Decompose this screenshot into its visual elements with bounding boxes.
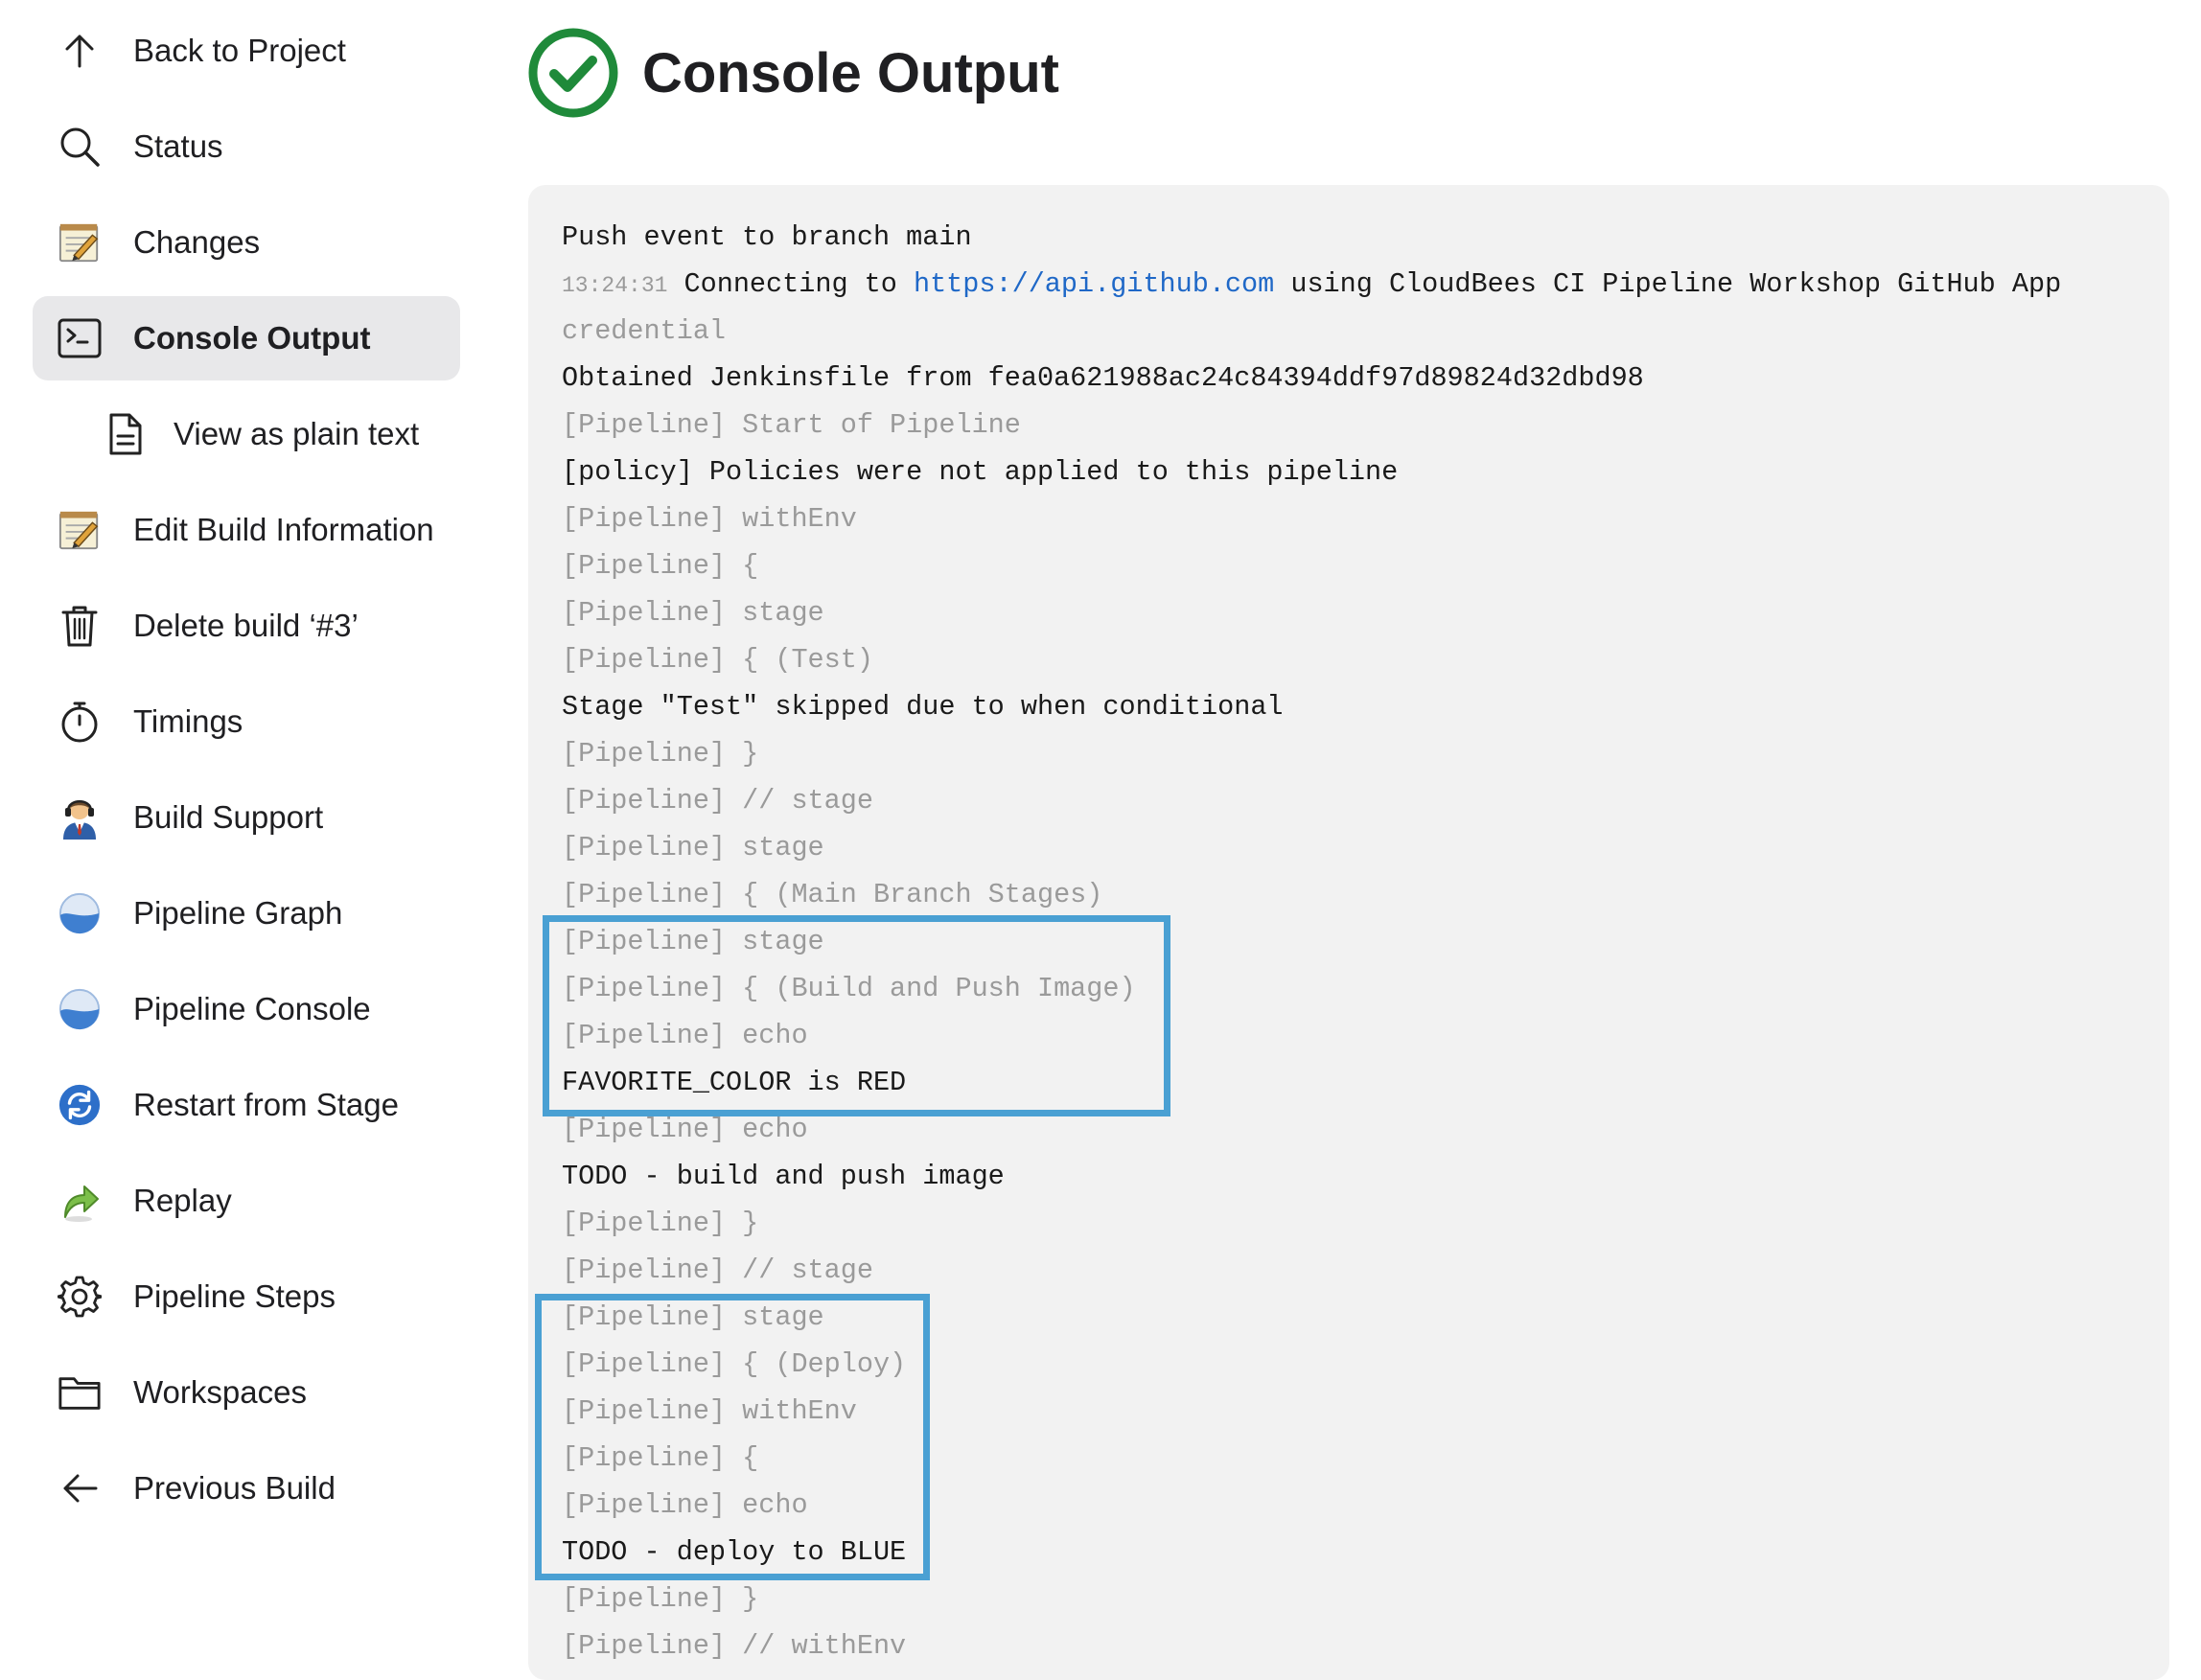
pipeline-graph-icon (58, 891, 102, 935)
console-line: [Pipeline] echo (562, 1489, 808, 1521)
sidebar-item-label: Changes (133, 224, 261, 260)
page-header: Console Output (527, 25, 1059, 121)
magnifier-icon (58, 125, 102, 169)
sidebar-item-label: Pipeline Graph (133, 895, 343, 931)
sidebar-item-delete-build[interactable]: Delete build ‘#3’ (33, 584, 460, 668)
console-line: [Pipeline] // withEnv (562, 1630, 907, 1662)
sidebar-item-label: Pipeline Console (133, 991, 371, 1026)
console-line: TODO - deploy to BLUE (562, 1536, 907, 1568)
console-line: FAVORITE_COLOR is RED (562, 1067, 907, 1098)
console-line: [Pipeline] Start of Pipeline (562, 409, 1021, 441)
sidebar-item-label: Status (133, 128, 223, 164)
console-line: [policy] Policies were not applied to th… (562, 456, 1399, 488)
arrow-up-icon (58, 29, 102, 73)
sidebar-item-status[interactable]: Status (33, 104, 460, 189)
sidebar-item-label: Delete build ‘#3’ (133, 608, 359, 643)
sidebar-item-label: Replay (133, 1183, 232, 1218)
sidebar-item-back-to-project[interactable]: Back to Project (33, 9, 460, 93)
sidebar-item-pipeline-steps[interactable]: Pipeline Steps (33, 1254, 460, 1339)
terminal-icon (58, 316, 102, 360)
sidebar-item-label: Timings (133, 703, 243, 739)
console-line: [Pipeline] { (562, 550, 759, 582)
sidebar-item-label: Pipeline Steps (133, 1278, 336, 1314)
success-check-icon (527, 27, 619, 119)
sidebar-item-label: Console Output (133, 320, 371, 356)
github-api-link[interactable]: https://api.github.com (914, 268, 1274, 300)
console-line: [Pipeline] } (562, 738, 759, 770)
notepad-icon (58, 220, 102, 265)
notepad-icon (58, 508, 102, 552)
console-line: [Pipeline] } (562, 1583, 759, 1615)
sidebar-item-timings[interactable]: Timings (33, 679, 460, 764)
console-line: [Pipeline] { (Deploy) (562, 1348, 907, 1380)
timestamp: 13:24:31 (562, 273, 668, 298)
sidebar: Back to Project Status Changes Console O… (0, 0, 479, 1664)
console-line: 13:24:31 Connecting to https://api.githu… (562, 261, 2141, 308)
console-line: [Pipeline] // stage (562, 1254, 873, 1286)
console-line: [Pipeline] { (562, 1442, 759, 1474)
sidebar-item-pipeline-console[interactable]: Pipeline Console (33, 967, 460, 1051)
arrow-left-icon (58, 1466, 102, 1510)
sidebar-item-label: Edit Build Information (133, 512, 434, 547)
console-line: [Pipeline] withEnv (562, 1395, 857, 1427)
sidebar-item-label: Previous Build (133, 1470, 336, 1506)
sidebar-item-workspaces[interactable]: Workspaces (33, 1350, 460, 1435)
console-line: Push event to branch main (562, 221, 972, 253)
page-title: Console Output (642, 41, 1059, 104)
sidebar-item-edit-build-information[interactable]: Edit Build Information (33, 488, 460, 572)
console-line: [Pipeline] echo (562, 1114, 808, 1145)
restart-icon (58, 1083, 102, 1127)
trash-icon (58, 604, 102, 648)
console-line: [Pipeline] stage (562, 926, 824, 957)
console-line: [Pipeline] } (562, 1208, 759, 1239)
support-agent-icon (58, 795, 102, 840)
console-line: [Pipeline] { (Build and Push Image) (562, 973, 1136, 1004)
gear-icon (58, 1275, 102, 1319)
console-line: [Pipeline] // stage (562, 785, 873, 817)
document-icon (104, 412, 148, 456)
console-line: credential (562, 315, 727, 347)
console-text: Connecting to (667, 268, 914, 300)
sidebar-item-replay[interactable]: Replay (33, 1159, 460, 1243)
console-line: [Pipeline] stage (562, 597, 824, 629)
sidebar-item-build-support[interactable]: Build Support (33, 775, 460, 860)
sidebar-item-changes[interactable]: Changes (33, 200, 460, 285)
console-line: [Pipeline] echo (562, 1020, 808, 1051)
sidebar-item-label: Workspaces (133, 1374, 307, 1410)
console-text: using CloudBees CI Pipeline Workshop Git… (1274, 268, 2062, 300)
sidebar-item-label: Build Support (133, 799, 324, 835)
sidebar-item-label: Back to Project (133, 33, 346, 68)
console-line: Stage "Test" skipped due to when conditi… (562, 691, 1284, 723)
stopwatch-icon (58, 700, 102, 744)
sidebar-item-restart-from-stage[interactable]: Restart from Stage (33, 1063, 460, 1147)
sidebar-item-label: Restart from Stage (133, 1087, 399, 1122)
console-lines: Push event to branch main 13:24:31 Conne… (562, 214, 2141, 1669)
replay-arrow-icon (58, 1179, 102, 1223)
console-line: Obtained Jenkinsfile from fea0a621988ac2… (562, 362, 1644, 394)
folder-icon (58, 1370, 102, 1415)
sidebar-item-console-output[interactable]: Console Output (33, 296, 460, 380)
sidebar-item-previous-build[interactable]: Previous Build (33, 1446, 460, 1530)
console-line: [Pipeline] { (Main Branch Stages) (562, 879, 1103, 910)
sidebar-item-pipeline-graph[interactable]: Pipeline Graph (33, 871, 460, 955)
console-line: [Pipeline] withEnv (562, 503, 857, 535)
pipeline-console-icon (58, 987, 102, 1031)
sidebar-item-label: View as plain text (174, 416, 420, 451)
console-line: [Pipeline] stage (562, 832, 824, 863)
console-output-panel: Push event to branch main 13:24:31 Conne… (528, 185, 2169, 1680)
sidebar-item-view-as-plain-text[interactable]: View as plain text (33, 392, 460, 476)
console-line: [Pipeline] { (Test) (562, 644, 873, 676)
console-line: TODO - build and push image (562, 1161, 1005, 1192)
console-line: [Pipeline] stage (562, 1301, 824, 1333)
